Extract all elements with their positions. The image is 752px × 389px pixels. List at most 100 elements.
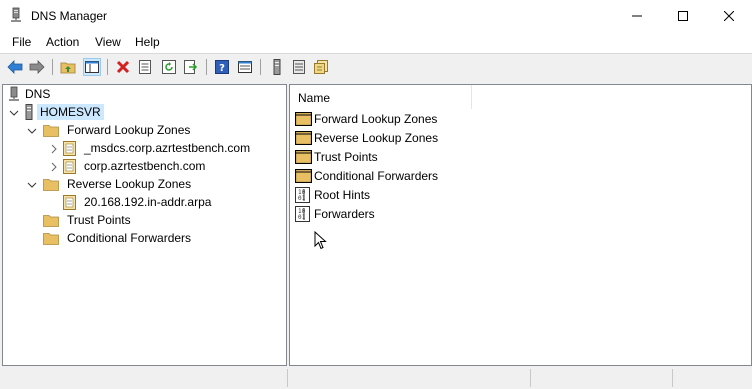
console-tree-icon [85, 61, 99, 73]
list-item-label: Root Hints [314, 188, 371, 202]
tree-node-corp-zone[interactable]: corp.azrtestbench.com [63, 157, 205, 175]
minimize-icon [632, 15, 642, 16]
help-button[interactable]: ? [213, 58, 231, 76]
forward-arrow-icon [29, 60, 45, 74]
folder-icon [43, 215, 59, 227]
view-details-button[interactable] [236, 58, 254, 76]
list-item-label: Conditional Forwarders [314, 169, 439, 183]
tree-node-forward-lookup-zones[interactable]: Forward Lookup Zones [43, 121, 190, 139]
properties-button[interactable] [136, 58, 154, 76]
menu-help[interactable]: Help [135, 35, 160, 49]
refresh-button[interactable] [160, 58, 178, 76]
tree-label: corp.azrtestbench.com [84, 159, 206, 173]
list-item-label: Trust Points [314, 150, 378, 164]
maximize-button[interactable] [660, 0, 706, 31]
toolbar-separator [107, 59, 108, 75]
menu-file[interactable]: File [12, 35, 31, 49]
list-item-label: Forwarders [314, 207, 375, 221]
tree-node-dns[interactable]: DNS [7, 85, 50, 103]
close-icon [724, 10, 734, 21]
chevron-right-icon[interactable] [49, 162, 59, 172]
export-list-icon [184, 60, 198, 74]
properties-icon [139, 60, 151, 74]
list-item-forward-lookup-zones[interactable]: Forward Lookup Zones [295, 110, 437, 128]
status-divider [287, 369, 288, 387]
list-item-label: Forward Lookup Zones [314, 112, 438, 126]
menu-bar: File Action View Help [0, 31, 752, 53]
forward-button[interactable] [28, 58, 46, 76]
delete-x-icon [116, 60, 130, 74]
export-list-button[interactable] [182, 58, 200, 76]
back-arrow-icon [7, 60, 23, 74]
folder-icon [295, 169, 312, 183]
folder-icon [295, 131, 312, 145]
forwarders-icon: 1001 [295, 206, 310, 222]
maximize-icon [678, 10, 688, 21]
tree-node-trust-points[interactable]: Trust Points [43, 211, 131, 229]
zone-icon [314, 60, 328, 74]
zone-properties-button[interactable] [312, 58, 330, 76]
list-item-label: Reverse Lookup Zones [314, 131, 439, 145]
list-view-button[interactable] [290, 58, 308, 76]
console-tree[interactable]: DNS HOMESVR Forward Lookup Zones _msdcs.… [2, 84, 287, 366]
folder-icon [43, 125, 59, 137]
list-item-trust-points[interactable]: Trust Points [295, 148, 378, 166]
title-bar: DNS Manager [0, 0, 752, 31]
list-item-conditional-forwarders[interactable]: Conditional Forwarders [295, 167, 438, 185]
tree-node-reverse-lookup-zones[interactable]: Reverse Lookup Zones [43, 175, 191, 193]
tree-node-homesvr[interactable]: HOMESVR [23, 103, 104, 121]
details-view-icon [238, 61, 252, 73]
tree-label: Conditional Forwarders [67, 231, 192, 245]
refresh-icon [162, 60, 176, 74]
results-pane[interactable]: Name Forward Lookup Zones Reverse Lookup… [289, 84, 752, 366]
up-level-button[interactable] [59, 58, 77, 76]
zone-icon [63, 141, 76, 156]
window-title: DNS Manager [31, 9, 108, 23]
minimize-button[interactable] [614, 0, 660, 31]
toolbar-separator [52, 59, 53, 75]
status-divider [530, 369, 531, 387]
menu-action[interactable]: Action [46, 35, 79, 49]
list-item-reverse-lookup-zones[interactable]: Reverse Lookup Zones [295, 129, 438, 147]
folder-icon [43, 179, 59, 191]
dns-icon [9, 86, 19, 101]
status-bar [0, 366, 752, 389]
close-button[interactable] [706, 0, 752, 31]
tree-label: Forward Lookup Zones [67, 123, 191, 137]
dns-server-icon [11, 7, 21, 22]
show-hide-console-tree-button[interactable] [83, 58, 101, 76]
tree-node-reverse-zone[interactable]: 20.168.192.in-addr.arpa [63, 193, 211, 211]
folder-icon [295, 112, 312, 126]
tree-label: _msdcs.corp.azrtestbench.com [84, 141, 251, 155]
folder-icon [295, 150, 312, 164]
list-item-forwarders[interactable]: 10 01 Forwarders [295, 205, 375, 223]
server-icon [273, 59, 281, 75]
toolbar-separator [260, 59, 261, 75]
help-icon: ? [215, 60, 229, 74]
tree-label: 20.168.192.in-addr.arpa [84, 195, 212, 209]
folder-icon [43, 233, 59, 245]
list-item-root-hints[interactable]: 10 01 Root Hints [295, 186, 370, 204]
tree-node-msdcs-zone[interactable]: _msdcs.corp.azrtestbench.com [63, 139, 250, 157]
status-divider [672, 369, 673, 387]
tree-label: Reverse Lookup Zones [67, 177, 192, 191]
tree-node-conditional-forwarders[interactable]: Conditional Forwarders [43, 229, 191, 247]
back-button[interactable] [6, 58, 24, 76]
zone-icon [63, 195, 76, 210]
server-icon [25, 104, 33, 120]
root-hints-icon: 1001 [295, 187, 310, 203]
server-button[interactable] [268, 58, 286, 76]
zone-icon [63, 159, 76, 174]
menu-view[interactable]: View [95, 35, 121, 49]
tree-label: HOMESVR [37, 104, 104, 120]
mouse-cursor-icon [314, 231, 327, 250]
chevron-down-icon[interactable] [27, 180, 37, 190]
delete-button[interactable] [114, 58, 132, 76]
column-header-name[interactable]: Name [290, 85, 472, 109]
toolbar: ? [0, 53, 752, 82]
chevron-right-icon[interactable] [49, 144, 59, 154]
list-view-icon [293, 60, 305, 74]
column-header-label: Name [298, 91, 331, 105]
chevron-down-icon[interactable] [27, 126, 37, 136]
chevron-down-icon[interactable] [9, 108, 19, 118]
